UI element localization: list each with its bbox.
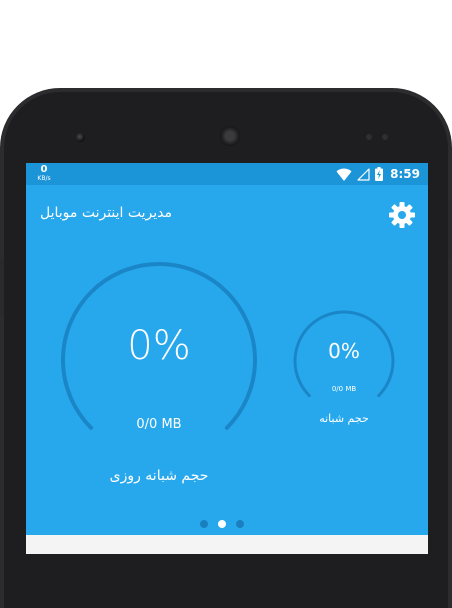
cell-signal-icon <box>357 167 370 181</box>
volume-button <box>0 258 4 316</box>
night-usage-amount: 0/0 MB <box>331 385 357 393</box>
clock: 8:59 <box>390 167 420 181</box>
gear-icon[interactable] <box>388 201 416 229</box>
daily-usage-label: حجم شبانه روزی <box>109 468 209 484</box>
proximity-sensor <box>366 134 372 140</box>
network-speed: 0 KB/s <box>34 165 54 182</box>
bottom-panel <box>26 535 428 554</box>
power-button <box>448 200 452 258</box>
wifi-icon <box>336 168 352 181</box>
night-usage-percent: 0% <box>328 339 360 363</box>
page-indicator <box>200 520 244 528</box>
battery-charging-icon <box>375 167 384 181</box>
daily-usage-percent: 0% <box>127 323 191 369</box>
app-screen: 0 KB/s 8:59 مدیریت اینترنت موبایل 0% 0/0… <box>26 163 428 554</box>
night-usage-label: حجم شبانه <box>319 412 369 425</box>
front-camera <box>76 133 85 142</box>
page-dot[interactable] <box>200 520 208 528</box>
status-bar: 0 KB/s 8:59 <box>26 163 428 185</box>
page-dot[interactable] <box>236 520 244 528</box>
app-title: مدیریت اینترنت موبایل <box>40 205 173 221</box>
light-sensor <box>382 134 388 140</box>
page-dot[interactable] <box>218 520 226 528</box>
network-speed-unit: KB/s <box>37 175 51 182</box>
earpiece-speaker <box>220 126 240 146</box>
daily-usage-amount: 0/0 MB <box>136 417 182 432</box>
network-speed-value: 0 <box>40 164 48 175</box>
status-icons: 8:59 <box>336 166 420 182</box>
